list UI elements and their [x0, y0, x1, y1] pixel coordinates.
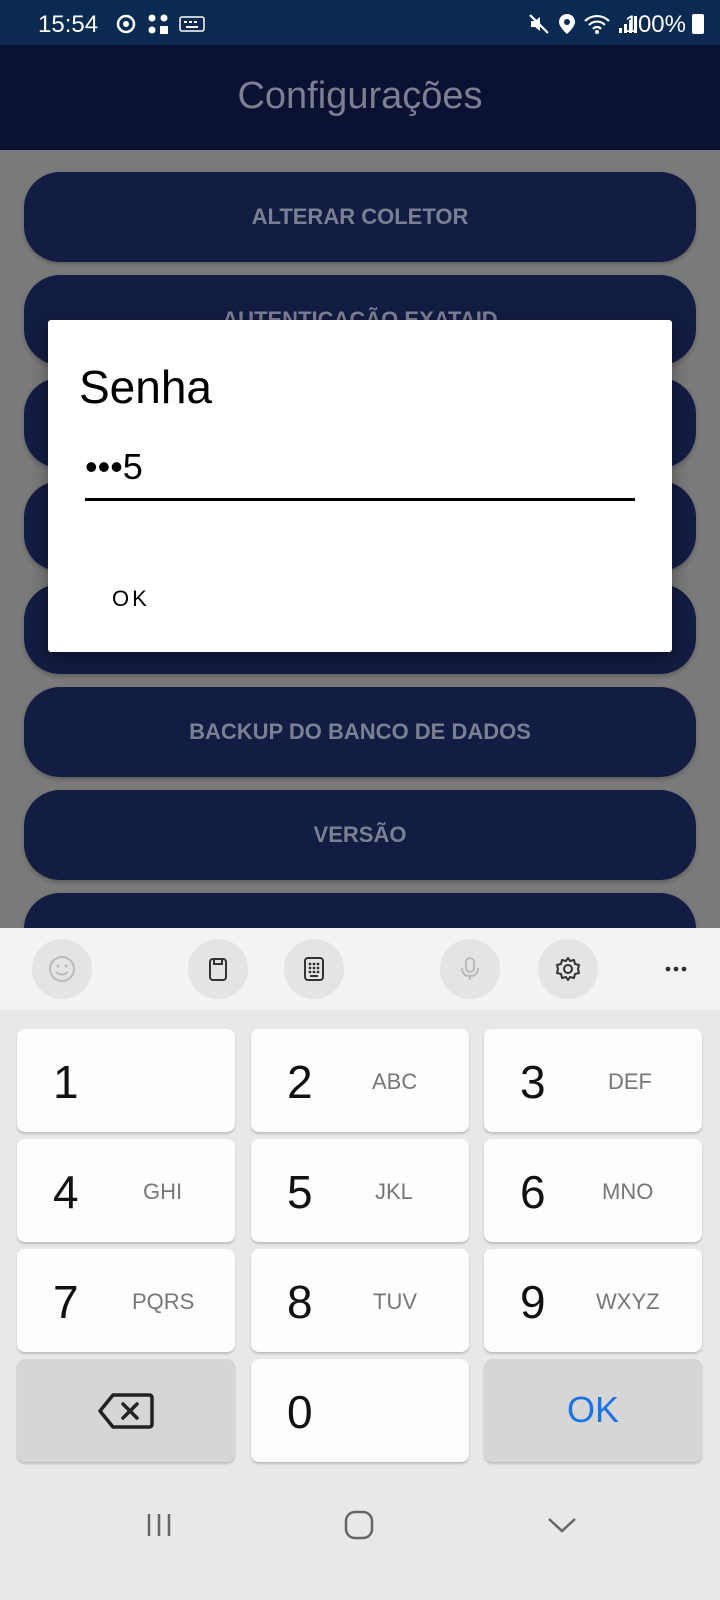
password-value: •••5 — [85, 446, 143, 487]
key-2[interactable]: 2 ABC — [251, 1029, 469, 1132]
key-0[interactable]: 0 — [251, 1359, 469, 1462]
key-3[interactable]: 3 DEF — [484, 1029, 702, 1132]
keyboard-toolbar — [0, 928, 720, 1010]
keyboard-ok-key[interactable]: OK — [484, 1359, 702, 1462]
apps-icon — [147, 13, 169, 40]
battery-icon — [692, 14, 704, 34]
key-1[interactable]: 1 — [17, 1029, 235, 1132]
backspace-icon — [98, 1393, 154, 1429]
key-6[interactable]: 6 MNO — [484, 1139, 702, 1242]
key-letters: GHI — [143, 1179, 183, 1204]
microphone-icon[interactable] — [440, 939, 500, 999]
page-title: Configurações — [237, 75, 483, 117]
key-letters: JKL — [375, 1179, 413, 1204]
mute-icon — [528, 13, 550, 40]
home-icon[interactable] — [343, 1510, 375, 1540]
key-digit: 5 — [287, 1166, 313, 1218]
keyboard-icon — [179, 15, 205, 38]
password-dialog: Senha •••5 OK — [48, 320, 672, 652]
status-bar: 15:54 100% — [0, 0, 720, 45]
navigation-bar — [0, 1470, 720, 1600]
settings-icon[interactable] — [538, 939, 598, 999]
key-digit: 6 — [520, 1166, 546, 1218]
versao-button[interactable]: VERSÃO — [24, 790, 696, 880]
key-5[interactable]: 5 JKL — [251, 1139, 469, 1242]
backspace-key[interactable] — [17, 1359, 235, 1462]
key-digit: 0 — [287, 1386, 313, 1438]
key-letters: MNO — [602, 1179, 654, 1204]
battery-percent: 100% — [624, 11, 686, 38]
more-icon[interactable] — [646, 939, 706, 999]
key-letters: DEF — [608, 1069, 652, 1094]
key-digit: 4 — [53, 1166, 79, 1218]
back-icon[interactable] — [546, 1510, 578, 1540]
key-7[interactable]: 7 PQRS — [17, 1249, 235, 1352]
key-letters: TUV — [373, 1289, 417, 1314]
key-digit: 8 — [287, 1276, 313, 1328]
status-time: 15:54 — [38, 11, 99, 38]
key-letters: ABC — [372, 1069, 418, 1094]
key-letters: PQRS — [132, 1289, 195, 1314]
key-digit: 9 — [520, 1276, 546, 1328]
key-8[interactable]: 8 TUV — [251, 1249, 469, 1352]
key-digit: 1 — [53, 1056, 79, 1108]
key-9[interactable]: 9 WXYZ — [484, 1249, 702, 1352]
keypad-icon[interactable] — [284, 939, 344, 999]
app-bar: Configurações — [0, 45, 720, 150]
alterar-coletor-button[interactable]: ALTERAR COLETOR — [24, 172, 696, 262]
ok-key-label: OK — [566, 1389, 619, 1430]
backup-button[interactable]: BACKUP DO BANCO DE DADOS — [24, 687, 696, 777]
key-4[interactable]: 4 GHI — [17, 1139, 235, 1242]
location-icon — [558, 13, 576, 40]
key-digit: 3 — [520, 1056, 546, 1108]
dialog-ok-button[interactable]: OK — [112, 586, 150, 612]
key-digit: 2 — [287, 1056, 313, 1108]
numeric-keypad: 1 2 ABC 3 DEF 4 GHI 5 JKL 6 MNO 7 PQRS 8… — [0, 1010, 720, 1470]
key-letters: WXYZ — [596, 1289, 660, 1314]
key-digit: 7 — [53, 1276, 79, 1328]
password-field[interactable]: •••5 — [85, 438, 635, 501]
clipboard-icon[interactable] — [188, 939, 248, 999]
recent-apps-icon[interactable] — [144, 1510, 174, 1540]
sync-icon — [115, 13, 137, 40]
emoji-icon[interactable] — [32, 939, 92, 999]
wifi-icon — [584, 13, 610, 40]
dialog-title: Senha — [79, 361, 213, 413]
